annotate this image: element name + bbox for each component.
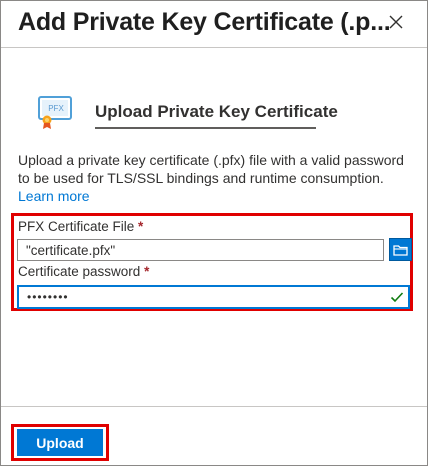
password-label-text: Certificate password xyxy=(18,264,141,279)
panel-title: Add Private Key Certificate (.p... xyxy=(18,8,391,36)
required-marker: * xyxy=(144,264,150,279)
password-label: Certificate password * xyxy=(18,264,149,279)
pfx-file-label-text: PFX Certificate File xyxy=(18,219,135,234)
browse-file-button[interactable] xyxy=(389,238,412,261)
description: Upload a private key certificate (.pfx) … xyxy=(18,151,413,205)
pfx-file-label: PFX Certificate File * xyxy=(18,219,143,234)
pfx-file-value: "certificate.pfx" xyxy=(26,242,116,258)
heading-underline xyxy=(95,127,316,129)
close-button[interactable] xyxy=(384,10,408,34)
header-divider xyxy=(1,47,427,48)
footer-divider xyxy=(1,406,427,407)
close-icon xyxy=(389,15,403,29)
required-marker: * xyxy=(138,219,144,234)
learn-more-link[interactable]: Learn more xyxy=(18,188,90,204)
folder-icon xyxy=(393,244,408,256)
checkmark-icon xyxy=(390,292,404,303)
certificate-badge: PFX xyxy=(48,104,64,113)
upload-button[interactable]: Upload xyxy=(17,429,103,456)
section-heading: Upload Private Key Certificate xyxy=(95,102,338,121)
password-value: •••••••• xyxy=(27,290,69,304)
description-text: Upload a private key certificate (.pfx) … xyxy=(18,152,404,186)
certificate-icon: PFX xyxy=(38,96,72,129)
pfx-file-input[interactable]: "certificate.pfx" xyxy=(17,239,384,261)
password-input[interactable]: •••••••• xyxy=(17,285,410,309)
